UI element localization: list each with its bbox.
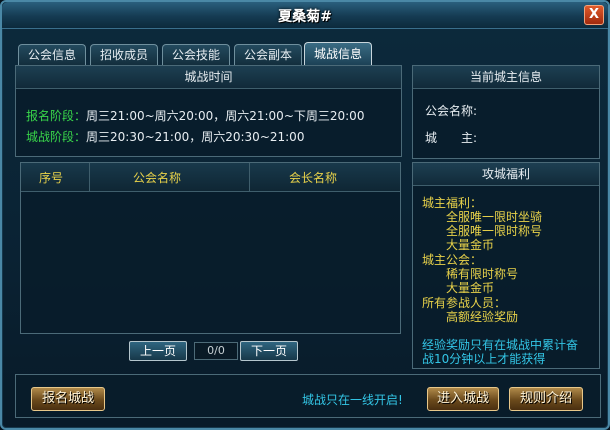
battle-hint: 城战只在一线开启! bbox=[302, 393, 403, 407]
reward-line: 高额经验奖励 bbox=[446, 310, 519, 324]
signup-row: 报名阶段：周三21:00~周六20:00，周六21:00~下周三20:00 bbox=[26, 107, 364, 124]
battle-row: 城战阶段：周三20:30~21:00，周六20:30~21:00 bbox=[26, 128, 304, 145]
tab-guild-skills[interactable]: 公会技能 bbox=[162, 44, 230, 65]
owner-lord-label: 城 主: bbox=[425, 131, 478, 145]
tab-guild-dungeon[interactable]: 公会副本 bbox=[234, 44, 302, 65]
owner-guild-label: 公会名称: bbox=[425, 104, 478, 118]
col-index: 序号 bbox=[39, 171, 64, 185]
signup-label: 报名阶段： bbox=[26, 109, 87, 123]
tab-recruit[interactable]: 招收成员 bbox=[90, 44, 158, 65]
page-indicator: 0/0 bbox=[194, 342, 238, 360]
table-body[interactable] bbox=[21, 192, 400, 333]
title-bar[interactable]: 夏桑菊# X bbox=[2, 2, 608, 29]
rules-button[interactable]: 规则介绍 bbox=[509, 387, 583, 411]
window-title: 夏桑菊# bbox=[278, 9, 332, 25]
owner-info-heading: 当前城主信息 bbox=[413, 66, 599, 89]
signup-battle-button[interactable]: 报名城战 bbox=[31, 387, 105, 411]
guild-list-panel: 序号 公会名称 会长名称 bbox=[20, 162, 401, 334]
reward-note-2: 战10分钟以上才能获得 bbox=[422, 352, 546, 366]
tab-guild-info[interactable]: 公会信息 bbox=[18, 44, 86, 65]
table-header: 序号 公会名称 会长名称 bbox=[21, 163, 400, 192]
enter-battle-button[interactable]: 进入城战 bbox=[427, 387, 499, 411]
col-divider bbox=[249, 163, 250, 191]
rewards-panel: 攻城福利 城主福利： 全服唯一限时坐骑 全服唯一限时称号 大量金币 城主公会： … bbox=[412, 162, 600, 369]
close-button[interactable]: X bbox=[584, 5, 604, 25]
next-page-button[interactable]: 下一页 bbox=[240, 341, 298, 361]
col-divider bbox=[89, 163, 90, 191]
guild-window: 夏桑菊# X 公会信息 招收成员 公会技能 公会副本 城战信息 城战时间 报名阶… bbox=[0, 0, 610, 430]
tab-city-battle[interactable]: 城战信息 bbox=[304, 42, 372, 65]
battle-time-panel: 城战时间 报名阶段：周三21:00~周六20:00，周六21:00~下周三20:… bbox=[15, 65, 402, 157]
prev-page-button[interactable]: 上一页 bbox=[129, 341, 187, 361]
battle-time: 周三20:30~21:00，周六20:30~21:00 bbox=[86, 130, 305, 144]
col-leader-name: 会长名称 bbox=[289, 171, 338, 185]
rewards-heading: 攻城福利 bbox=[413, 163, 599, 186]
col-guild-name: 公会名称 bbox=[133, 171, 182, 185]
battle-time-heading: 城战时间 bbox=[16, 66, 401, 89]
owner-info-panel: 当前城主信息 公会名称: 城 主: bbox=[412, 65, 600, 159]
signup-time: 周三21:00~周六20:00，周六21:00~下周三20:00 bbox=[86, 109, 365, 123]
battle-label: 城战阶段： bbox=[26, 130, 87, 144]
